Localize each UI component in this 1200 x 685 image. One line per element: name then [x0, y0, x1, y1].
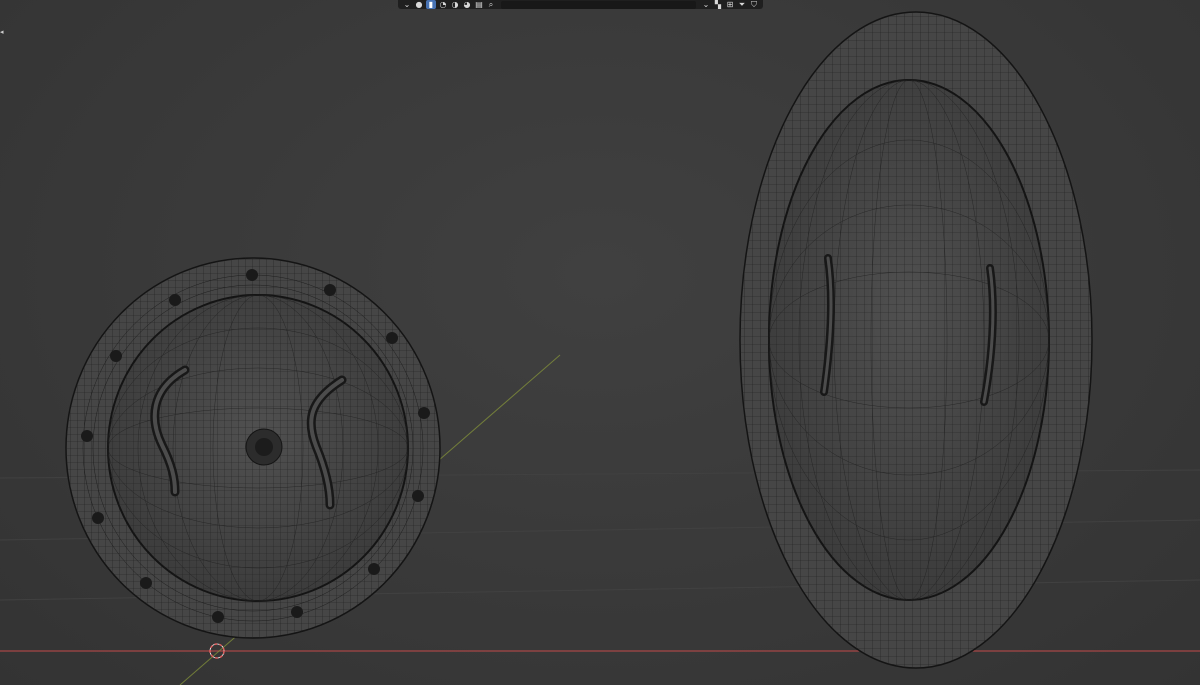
3d-viewport[interactable]: ⌄ ● ▮ ◔ ◑ ◕ ▤ ⌕ ⌄ ▚ ⊞ ⏷ ⛉ ◂	[0, 0, 1200, 685]
round-hatch-object[interactable]	[60, 255, 450, 645]
scene-canvas[interactable]	[0, 0, 1200, 685]
oval-hatch-object[interactable]	[739, 10, 1095, 670]
